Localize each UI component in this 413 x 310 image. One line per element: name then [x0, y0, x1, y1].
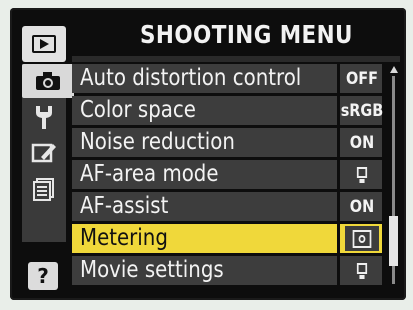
menu-item-label: Auto distortion control: [80, 65, 302, 91]
scroll-up-arrow-icon: [390, 66, 398, 73]
scroll-thumb[interactable]: [389, 216, 398, 266]
menu-item-value: [345, 258, 379, 283]
menu-item-label: Color space: [80, 97, 196, 123]
title-divider: [72, 56, 400, 62]
menu-item-color-space[interactable]: Color space sRGB: [72, 96, 384, 125]
retouch-menu-tab[interactable]: [22, 136, 66, 170]
setup-menu-icon: [36, 106, 52, 129]
menu-item-af-assist[interactable]: AF-assist ON: [72, 192, 382, 221]
value-divider: [337, 64, 340, 93]
menu-item-value: [345, 162, 379, 187]
value-divider: [337, 96, 340, 125]
menu-sidebar: [22, 64, 74, 242]
menu-item-af-area-mode[interactable]: AF-area mode: [72, 160, 382, 189]
menu-item-metering[interactable]: Metering: [72, 224, 382, 253]
menu-item-label: Metering: [80, 225, 168, 251]
matrix-metering-icon: [352, 229, 372, 248]
menu-item-movie-settings[interactable]: Movie settings: [72, 256, 382, 285]
value-divider: [337, 256, 340, 285]
playback-menu-icon: [32, 35, 56, 53]
submenu-list-icon: [355, 166, 369, 184]
menu-item-value: sRGB: [340, 100, 384, 121]
menu-item-value: [345, 226, 379, 251]
menu-title: SHOOTING MENU: [140, 20, 353, 49]
recent-settings-icon: [33, 178, 54, 201]
value-divider: [337, 224, 340, 253]
shooting-menu-tab[interactable]: [22, 64, 74, 98]
menu-item-auto-distortion-control[interactable]: Auto distortion control OFF: [72, 64, 382, 93]
menu-item-value: OFF: [345, 68, 379, 89]
value-divider: [337, 160, 340, 189]
shooting-menu-icon: [36, 72, 60, 90]
setup-menu-tab[interactable]: [22, 100, 66, 134]
help-icon: ?: [37, 264, 49, 288]
recent-settings-tab[interactable]: [22, 172, 66, 206]
retouch-menu-icon: [31, 143, 56, 163]
menu-item-noise-reduction[interactable]: Noise reduction ON: [72, 128, 382, 157]
menu-item-value: ON: [349, 132, 375, 153]
menu-item-label: AF-area mode: [80, 161, 219, 187]
submenu-list-icon: [355, 262, 369, 280]
value-divider: [337, 192, 340, 221]
playback-menu-tab[interactable]: [22, 26, 66, 62]
menu-item-label: Noise reduction: [80, 129, 235, 155]
menu-item-label: Movie settings: [80, 257, 224, 283]
menu-item-label: AF-assist: [80, 193, 169, 219]
menu-scrollbar[interactable]: [388, 66, 400, 290]
menu-item-value: ON: [349, 196, 375, 217]
value-divider: [337, 128, 340, 157]
help-button[interactable]: ?: [28, 262, 58, 290]
